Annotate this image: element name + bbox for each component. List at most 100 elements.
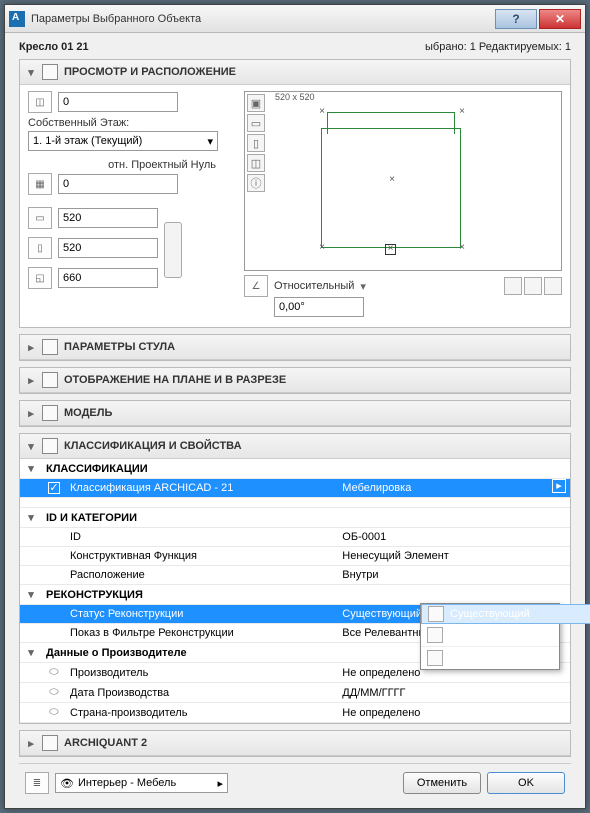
panel-head-aq[interactable]: ▸ARCHIQUANT 2: [20, 731, 570, 756]
view-side-icon[interactable]: ▯: [247, 134, 265, 152]
chevron-right-icon: ▸: [26, 407, 36, 420]
angle-icon: ∠: [244, 275, 268, 297]
panel-title: ПРОСМОТР И РАСПОЛОЖЕНИЕ: [64, 66, 236, 78]
dim-x-icon: ▭: [28, 207, 52, 229]
panel-head-model[interactable]: ▸ МОДЕЛЬ: [20, 401, 570, 426]
visibility-icon: 👁: [60, 777, 74, 790]
dropdown-item[interactable]: Существующий▸: [421, 604, 590, 624]
panel-head-chair[interactable]: ▸ПАРАМЕТРЫ СТУЛА: [20, 335, 570, 360]
field-d[interactable]: [58, 238, 158, 258]
hotspot-icon[interactable]: ×: [317, 244, 327, 254]
prop-name: Конструктивная Функция: [66, 547, 338, 566]
hotspot-icon[interactable]: ×: [457, 108, 467, 118]
own-floor-label: Собственный Этаж:: [28, 117, 238, 129]
expand-toggle[interactable]: ▾: [20, 508, 42, 528]
class-icon: [42, 438, 58, 454]
layer-select[interactable]: 👁Интерьер - Мебель▸: [55, 773, 228, 793]
prop-value: Существующий: [342, 608, 422, 620]
demolish-icon: [427, 627, 443, 643]
table-row[interactable]: ⬭Страна-производительНе определено: [20, 703, 570, 723]
dim-y-icon: ▯: [28, 237, 52, 259]
table-row[interactable]: ✓Классификация ARCHICAD - 21Мебелировка▸: [20, 479, 570, 498]
app-icon: [9, 11, 25, 27]
more-button[interactable]: ▸: [552, 479, 566, 493]
chevron-down-icon[interactable]: ▾: [360, 280, 366, 293]
preview-viewport[interactable]: ▣ ▭ ▯ ◫ ⓘ 520 x 520 × ×: [244, 91, 562, 271]
mirror-icon[interactable]: [504, 277, 522, 295]
expand-toggle[interactable]: ▾: [20, 643, 42, 663]
anchor-icon[interactable]: ×: [385, 244, 396, 255]
table-row[interactable]: ⬭Дата ПроизводстваДД/ММ/ГГГГ: [20, 683, 570, 703]
anchor-grid-icon[interactable]: [544, 277, 562, 295]
group-label: КЛАССИФИКАЦИИ: [42, 459, 570, 479]
chevron-down-icon: ▾: [26, 440, 36, 453]
chevron-down-icon: ▾: [26, 66, 36, 79]
angle-input[interactable]: [274, 297, 364, 317]
link-icon: ⬭: [42, 663, 66, 683]
prop-name: Показ в Фильтре Реконструкции: [66, 624, 338, 643]
table-row[interactable]: Конструктивная ФункцияНенесущий Элемент: [20, 547, 570, 566]
panel-title: МОДЕЛЬ: [64, 407, 112, 419]
prop-value[interactable]: Не определено: [338, 703, 570, 723]
panel-model: ▸ МОДЕЛЬ: [19, 400, 571, 427]
view-info-icon[interactable]: ⓘ: [247, 174, 265, 192]
view-top-icon[interactable]: ▣: [247, 94, 265, 112]
help-button[interactable]: ?: [495, 9, 537, 29]
ok-button[interactable]: OK: [487, 772, 565, 794]
chevron-right-icon: ▸: [26, 374, 36, 387]
prop-value[interactable]: ДД/ММ/ГГГГ: [338, 683, 570, 703]
hotspot-icon[interactable]: ×: [387, 176, 397, 186]
field-a[interactable]: [58, 92, 178, 112]
object-back: [327, 112, 455, 134]
view-front-icon[interactable]: ▭: [247, 114, 265, 132]
flip-icon[interactable]: [524, 277, 542, 295]
rel-zero-label: отн. Проектный Нуль: [28, 159, 216, 171]
option-label: Существующий: [450, 608, 530, 620]
layer-icon[interactable]: ≣: [25, 772, 49, 794]
prop-name: Статус Реконструкции: [66, 605, 338, 624]
prop-name: Страна-производитель: [66, 703, 338, 723]
chevron-down-icon: ▾: [207, 135, 213, 148]
field-b[interactable]: [58, 174, 178, 194]
link-dims-toggle[interactable]: [164, 222, 182, 278]
table-row[interactable]: РасположениеВнутри: [20, 566, 570, 585]
cancel-button[interactable]: Отменить: [403, 772, 481, 794]
option-label: Демонтируемый: [449, 629, 533, 641]
expand-toggle[interactable]: ▾: [20, 459, 42, 479]
dropdown-item[interactable]: Новый: [421, 647, 559, 669]
hotspot-icon[interactable]: ×: [317, 108, 327, 118]
relative-label: Относительный: [274, 280, 354, 292]
panel-head-class[interactable]: ▾ КЛАССИФИКАЦИЯ И СВОЙСТВА: [20, 434, 570, 459]
checkbox-checked-icon[interactable]: ✓: [48, 482, 60, 494]
window-title: Параметры Выбранного Объекта: [31, 13, 493, 25]
table-row[interactable]: Статус Реконструкции Существующий Сущест…: [20, 605, 570, 624]
aq-icon: [42, 735, 58, 751]
expand-toggle[interactable]: ▾: [20, 585, 42, 605]
object-name: Кресло 01 21: [19, 41, 89, 53]
dropdown-item[interactable]: Демонтируемый: [421, 624, 559, 647]
footer: ≣ 👁Интерьер - Мебель▸ Отменить OK: [19, 763, 571, 798]
selection-status: ыбрано: 1 Редактируемых: 1: [425, 41, 571, 53]
own-floor-select[interactable]: 1. 1-й этаж (Текущий) ▾: [28, 131, 218, 151]
view-3d-icon[interactable]: ◫: [247, 154, 265, 172]
prop-value[interactable]: ОБ-0001: [338, 528, 570, 547]
panel-preview: ▾ ПРОСМОТР И РАСПОЛОЖЕНИЕ ◫ Собственный …: [19, 59, 571, 328]
field-c[interactable]: [58, 208, 158, 228]
panel-title: КЛАССИФИКАЦИЯ И СВОЙСТВА: [64, 440, 242, 452]
table-row[interactable]: IDОБ-0001: [20, 528, 570, 547]
chevron-right-icon: ▸: [26, 737, 36, 750]
level-icon: ▦: [28, 173, 52, 195]
prop-value[interactable]: Ненесущий Элемент: [338, 547, 570, 566]
panel-title: ОТОБРАЖЕНИЕ НА ПЛАНЕ И В РАЗРЕЗЕ: [64, 374, 286, 386]
prop-value[interactable]: Внутри: [338, 566, 570, 585]
dim-z-icon: ◱: [28, 267, 52, 289]
panel-head-preview[interactable]: ▾ ПРОСМОТР И РАСПОЛОЖЕНИЕ: [20, 60, 570, 85]
link-icon: ⬭: [42, 703, 66, 723]
titlebar: Параметры Выбранного Объекта ? ✕: [5, 5, 585, 33]
chevron-right-icon: ▸: [26, 341, 36, 354]
own-floor-value: 1. 1-й этаж (Текущий): [33, 135, 142, 147]
hotspot-icon[interactable]: ×: [457, 244, 467, 254]
field-e[interactable]: [58, 268, 158, 288]
close-button[interactable]: ✕: [539, 9, 581, 29]
panel-head-plan[interactable]: ▸ ОТОБРАЖЕНИЕ НА ПЛАНЕ И В РАЗРЕЗЕ: [20, 368, 570, 393]
